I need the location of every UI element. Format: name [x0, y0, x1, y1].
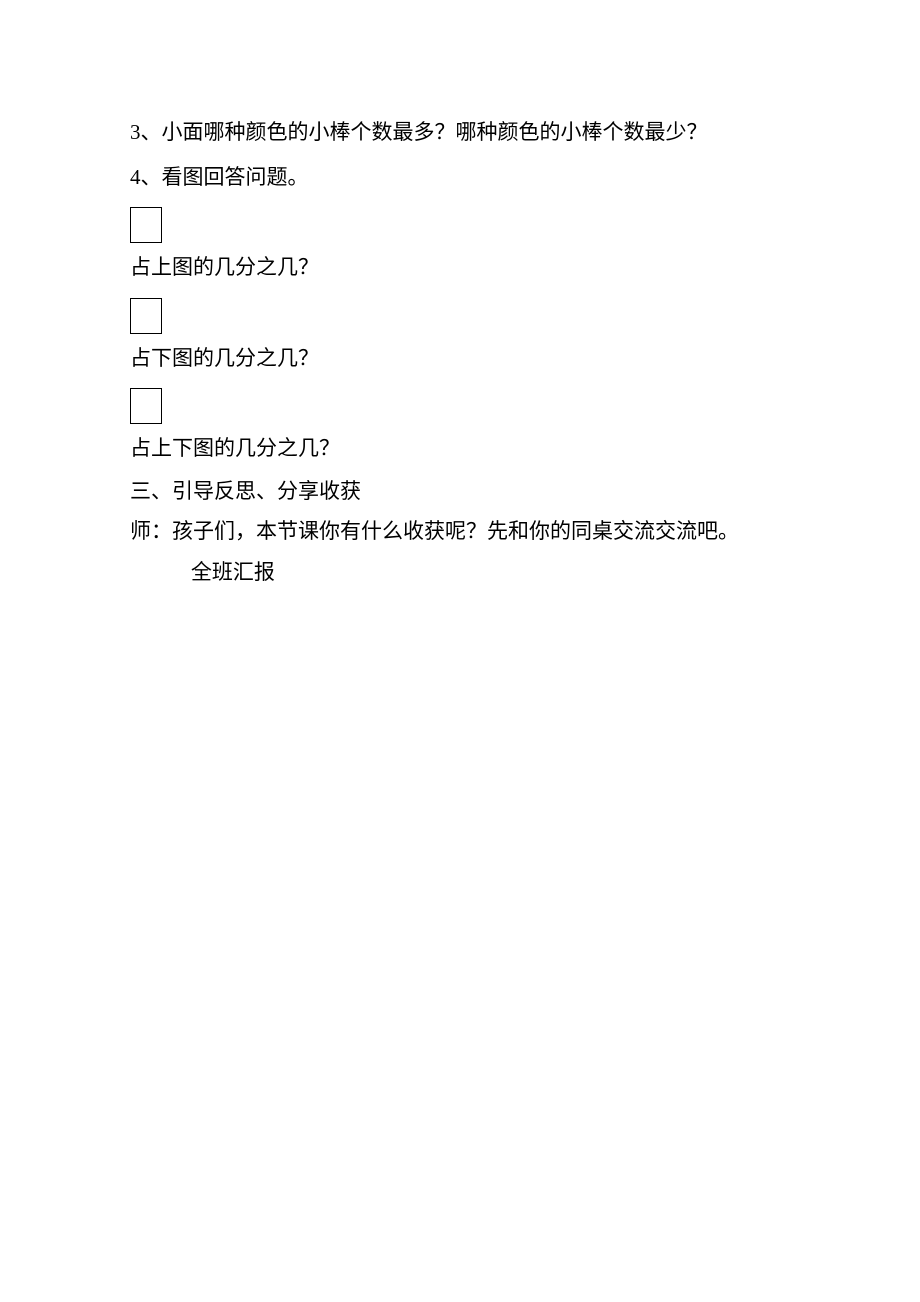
- class-report: 全班汇报: [130, 556, 790, 589]
- q4-item-3: 占上下图的几分之几？: [130, 388, 790, 465]
- blank-box: [130, 388, 162, 424]
- blank-box: [130, 298, 162, 334]
- q4-item-2: 占下图的几分之几？: [130, 298, 790, 375]
- section-3-title: 三、引导反思、分享收获: [130, 475, 790, 508]
- blank-box: [130, 207, 162, 243]
- q4-item-3-text: 占上下图的几分之几？: [130, 432, 790, 465]
- document-page: 3、小面哪种颜色的小棒个数最多？哪种颜色的小棒个数最少？ 4、看图回答问题。 占…: [0, 0, 920, 588]
- question-3: 3、小面哪种颜色的小棒个数最多？哪种颜色的小棒个数最少？: [130, 116, 790, 149]
- q4-item-1: 占上图的几分之几？: [130, 207, 790, 284]
- q4-item-1-text: 占上图的几分之几？: [130, 251, 790, 284]
- teacher-line: 师：孩子们，本节课你有什么收获呢？先和你的同桌交流交流吧。: [130, 515, 790, 548]
- q4-item-2-text: 占下图的几分之几？: [130, 342, 790, 375]
- question-4-intro: 4、看图回答问题。: [130, 161, 790, 194]
